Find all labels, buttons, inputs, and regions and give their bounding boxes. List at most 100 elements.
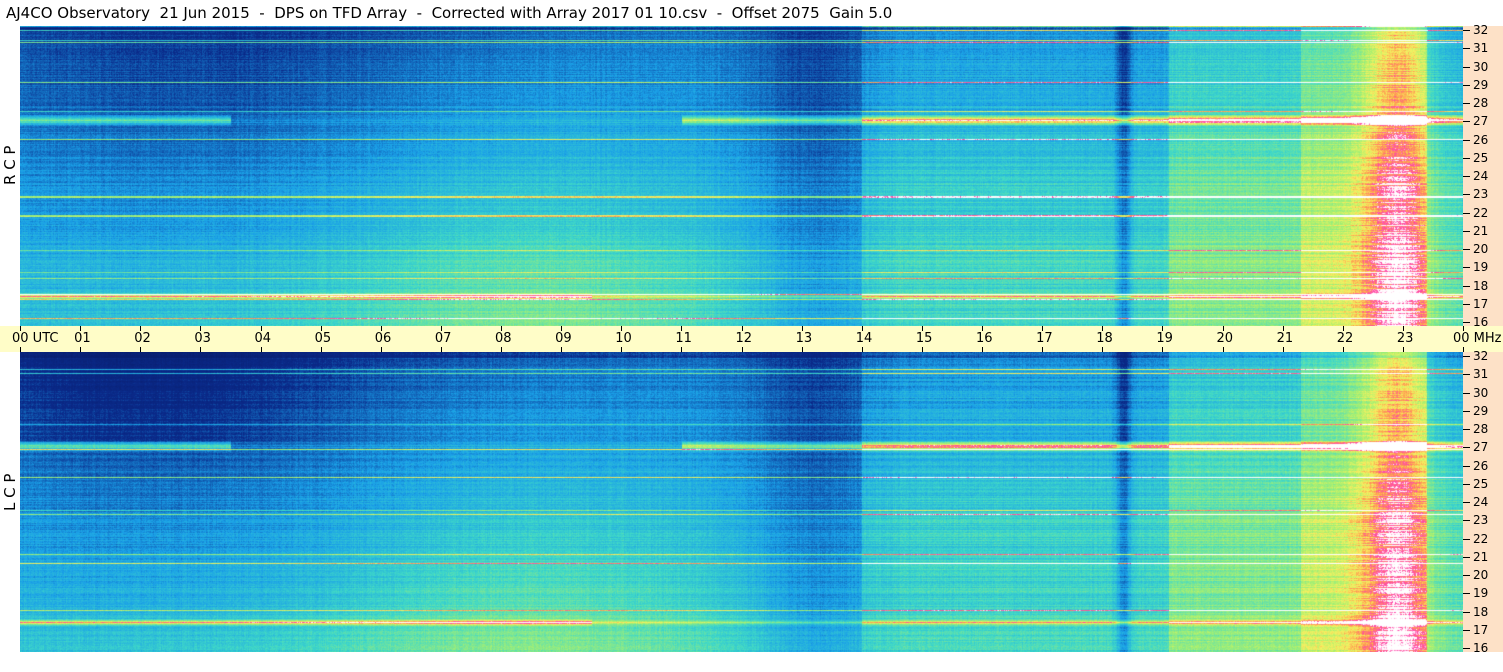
rcp-scale-tick-label: 19	[1473, 260, 1489, 275]
spectrogram-page: AJ4CO Observatory 21 Jun 2015 - DPS on T…	[0, 0, 1503, 672]
lcp-scale-tick-label: 29	[1473, 403, 1489, 418]
rcp-scale-tick-label: 21	[1473, 223, 1489, 238]
rcp-scale-tick-label: 30	[1473, 59, 1489, 74]
rcp-scale-tick-label: 32	[1473, 23, 1489, 37]
time-tick-label: 03	[194, 331, 211, 346]
lcp-spectrogram	[20, 352, 1463, 652]
page-title: AJ4CO Observatory 21 Jun 2015 - DPS on T…	[0, 0, 1463, 26]
lcp-scale-tick-mark	[1463, 429, 1470, 430]
rcp-scale-tick-label: 26	[1473, 132, 1489, 147]
lcp-scale-tick-label: 28	[1473, 422, 1489, 436]
time-tick-label: 19	[1156, 331, 1173, 346]
rcp-scale-tick-label: 23	[1473, 187, 1489, 202]
rcp-scale-tick-mark	[1463, 84, 1470, 86]
lcp-scale-tick-label: 31	[1473, 367, 1489, 382]
time-tick-label: 00 MHz	[1453, 331, 1502, 346]
rcp-scale-tick-mark	[1463, 103, 1470, 104]
time-tick-label: 23	[1396, 331, 1414, 346]
rcp-scale-tick-mark	[1463, 30, 1470, 31]
time-tick-label: 00 UTC	[12, 331, 59, 346]
time-axis: 00 UTC 01 02 03 04 05 06 07 08 09 10 11 12 13 14 15 16 17…	[0, 326, 1503, 352]
time-tick-label: 01	[74, 331, 91, 346]
time-tick-label: 16	[976, 331, 993, 346]
lcp-scale-tick-mark	[1463, 593, 1470, 595]
time-tick-label: 10	[615, 331, 632, 346]
lcp-scale-tick-label: 21	[1473, 549, 1489, 564]
lcp-scale-tick-label: 17	[1473, 622, 1489, 637]
time-tick-label: 13	[795, 331, 813, 346]
rcp-scale-tick-mark	[1463, 48, 1470, 50]
time-tick-label: 21	[1276, 331, 1294, 346]
time-tick-label: 09	[555, 331, 572, 346]
lcp-frequency-scale: 32 31 30 29 28 27 26 25 24 23 22 21 20 19 18 17 16	[1463, 349, 1503, 654]
lcp-scale-tick-label: 30	[1473, 385, 1489, 400]
rcp-scale-tick-label: 29	[1473, 77, 1489, 92]
rcp-channel-label: R C P	[1, 145, 19, 185]
lcp-scale-tick-mark	[1463, 374, 1470, 376]
rcp-frequency-scale: 32 31 30 29 28 27 26 25 24 23 22 21 20 19 18 17 16	[1463, 23, 1503, 328]
lcp-scale-tick-mark	[1463, 410, 1470, 412]
time-tick-label: 20	[1216, 331, 1234, 346]
rcp-scale-tick-mark	[1463, 176, 1470, 177]
rcp-scale-tick-mark	[1463, 212, 1470, 214]
time-tick-label: 02	[134, 331, 151, 346]
rcp-scale-tick-mark	[1463, 139, 1470, 141]
lcp-scale-tick-mark	[1463, 629, 1470, 631]
lcp-scale-tick-label: 32	[1473, 349, 1489, 363]
lcp-scale-tick-mark	[1463, 356, 1470, 357]
lcp-scale-tick-mark	[1463, 556, 1470, 558]
time-tick-label: 22	[1336, 331, 1354, 346]
rcp-scale-tick-mark	[1463, 194, 1470, 196]
lcp-scale-tick-label: 27	[1473, 440, 1489, 455]
lcp-scale-tick-label: 22	[1473, 531, 1489, 546]
lcp-scale-tick-mark	[1463, 483, 1470, 485]
lcp-scale-tick-mark	[1463, 447, 1470, 449]
rcp-scale-tick-mark	[1463, 303, 1470, 305]
lcp-scale-tick-label: 23	[1473, 513, 1489, 528]
rcp-scale-tick-label: 22	[1473, 205, 1489, 220]
lcp-scale-tick-mark	[1463, 465, 1470, 467]
time-tick-label: 11	[675, 331, 692, 346]
time-tick-label: 06	[374, 331, 392, 346]
rcp-spectrogram	[20, 26, 1463, 326]
time-tick-label: 14	[855, 331, 873, 346]
rcp-scale-tick-mark	[1463, 285, 1470, 287]
time-tick-label: 18	[1096, 331, 1113, 346]
lcp-scale-tick-label: 24	[1473, 495, 1489, 509]
time-tick-label: 04	[254, 331, 272, 346]
lcp-scale-tick-mark	[1463, 648, 1470, 649]
time-tick-label: 17	[1036, 331, 1053, 346]
rcp-scale-tick-mark	[1463, 322, 1470, 323]
rcp-scale-tick-label: 31	[1473, 41, 1489, 56]
bottom-margin	[0, 652, 1503, 672]
time-tick-label: 12	[735, 331, 753, 346]
rcp-scale-tick-label: 20	[1473, 242, 1489, 256]
lcp-label-strip: L C P	[0, 352, 20, 652]
lcp-scale-tick-label: 25	[1473, 476, 1489, 491]
lcp-channel-label: L C P	[1, 473, 19, 511]
lcp-scale-tick-mark	[1463, 611, 1470, 613]
time-tick-label: 15	[915, 331, 933, 346]
lcp-scale-tick-mark	[1463, 538, 1470, 540]
lcp-scale-tick-mark	[1463, 575, 1470, 576]
rcp-scale-tick-mark	[1463, 230, 1470, 232]
lcp-scale-tick-label: 18	[1473, 604, 1489, 619]
rcp-scale-tick-mark	[1463, 249, 1470, 250]
lcp-scale-tick-mark	[1463, 392, 1470, 394]
rcp-scale-tick-label: 24	[1473, 169, 1489, 183]
time-tick-label: 08	[495, 331, 512, 346]
lcp-scale-tick-mark	[1463, 502, 1470, 503]
lcp-scale-tick-label: 20	[1473, 568, 1489, 582]
rcp-scale-tick-mark	[1463, 157, 1470, 159]
rcp-scale-tick-label: 17	[1473, 296, 1489, 311]
rcp-scale-tick-mark	[1463, 121, 1470, 123]
rcp-scale-tick-label: 28	[1473, 96, 1489, 110]
rcp-scale-tick-mark	[1463, 66, 1470, 68]
rcp-scale-tick-mark	[1463, 267, 1470, 269]
lcp-scale-tick-mark	[1463, 520, 1470, 522]
rcp-scale-tick-label: 18	[1473, 278, 1489, 293]
rcp-scale-tick-label: 27	[1473, 114, 1489, 129]
rcp-scale-tick-label: 25	[1473, 150, 1489, 165]
rcp-label-strip: R C P	[0, 26, 20, 326]
lcp-scale-tick-label: 19	[1473, 586, 1489, 601]
